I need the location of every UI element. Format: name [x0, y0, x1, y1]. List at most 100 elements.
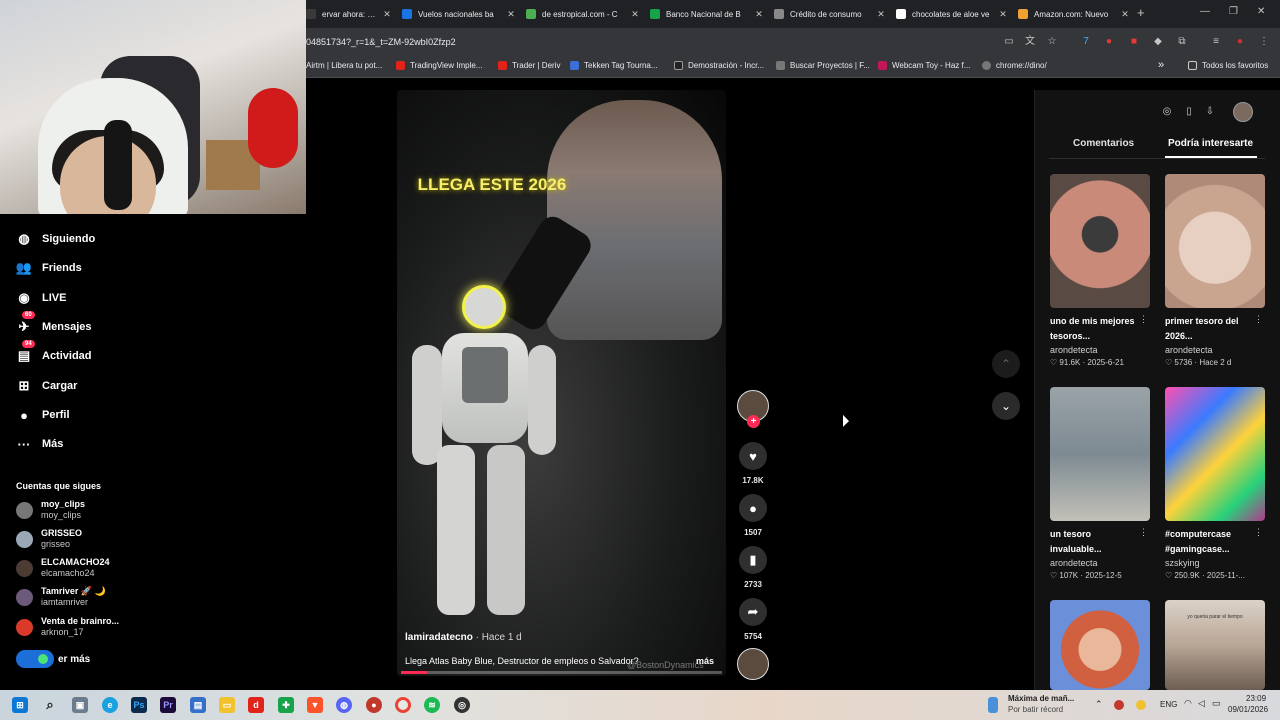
- tab-comments[interactable]: Comentarios: [1073, 138, 1134, 149]
- kebab-menu-icon[interactable]: ⋮: [1139, 314, 1148, 325]
- bookmark-star-icon[interactable]: ☆: [1046, 36, 1058, 48]
- suggested-video-card[interactable]: ⋮ un tesoro invaluable... arondetecta ♡ …: [1050, 387, 1150, 580]
- account-item[interactable]: Tamriver 🚀 🌙 iamtamriver: [16, 585, 106, 609]
- photoshop-icon[interactable]: Ps: [131, 697, 147, 713]
- close-icon[interactable]: ✕: [382, 9, 392, 20]
- bookmark[interactable]: chrome://dino/: [982, 61, 1047, 70]
- premiere-icon[interactable]: Pr: [160, 697, 176, 713]
- clock-time[interactable]: 23:09: [1246, 694, 1266, 703]
- video-author[interactable]: lamiradatecno · Hace 1 d: [405, 632, 522, 643]
- see-more-accounts-button[interactable]: er más: [16, 650, 90, 668]
- sidebar-item-upload[interactable]: ⊞ Cargar: [16, 376, 78, 396]
- windows-start-icon[interactable]: ⊞: [12, 697, 28, 713]
- next-video-button[interactable]: ⌄: [992, 392, 1020, 420]
- reading-list-icon[interactable]: ≡: [1210, 36, 1222, 48]
- discord-icon[interactable]: ◍: [336, 697, 352, 713]
- bookmarks-overflow-button[interactable]: »: [1158, 59, 1164, 71]
- share-button[interactable]: ➦: [739, 598, 767, 626]
- sidebar-item-more[interactable]: ··· Más: [16, 434, 64, 454]
- suggested-video-card[interactable]: [1050, 600, 1150, 690]
- bookmark[interactable]: Demostración - Incr...: [674, 61, 764, 70]
- chevron-up-icon[interactable]: ⌃: [1095, 699, 1103, 710]
- obs-icon[interactable]: ◎: [454, 697, 470, 713]
- follow-plus-icon[interactable]: +: [747, 415, 760, 428]
- bookmark[interactable]: Trader | Deriv: [498, 61, 560, 70]
- sidebar-item-profile[interactable]: ● Perfil: [16, 405, 69, 425]
- edge-icon[interactable]: e: [102, 697, 118, 713]
- battery-icon[interactable]: ▭: [1212, 698, 1221, 709]
- sidebar-item-friends[interactable]: 👥 Friends: [16, 258, 82, 278]
- account-item[interactable]: Venta de brainro... arknon_17: [16, 615, 119, 639]
- browser-tab[interactable]: Banco Nacional de B ✕: [644, 4, 764, 24]
- kebab-menu-icon[interactable]: ⋮: [1139, 527, 1148, 538]
- browser-tab[interactable]: Amazon.com: Nuevo ✕: [1012, 4, 1130, 24]
- bookmark[interactable]: Tekken Tag Tourna...: [570, 61, 658, 70]
- sidebar-item-following[interactable]: ◍ Siguiendo: [16, 229, 95, 249]
- cast-icon[interactable]: ▭: [1003, 36, 1015, 48]
- browser-tab[interactable]: ervar ahora: CB8 ...✕: [300, 4, 392, 24]
- browser-tab[interactable]: de estropical.com - C ✕: [520, 4, 640, 24]
- extension-icon[interactable]: ◆: [1152, 36, 1164, 48]
- compass-icon[interactable]: ◎: [1159, 104, 1175, 120]
- kebab-menu-icon[interactable]: ⋮: [1258, 36, 1270, 48]
- suggested-video-card[interactable]: yo queria parar el tiempo: [1165, 600, 1265, 690]
- profile-avatar-icon[interactable]: ●: [1234, 36, 1246, 48]
- new-tab-button[interactable]: +: [1137, 5, 1145, 20]
- browser-tab[interactable]: Vuelos nacionales ba ✕: [396, 4, 516, 24]
- bookmark[interactable]: Buscar Proyectos | F...: [776, 61, 870, 70]
- browser-tab[interactable]: Crédito de consumo ✕: [768, 4, 886, 24]
- brave-icon[interactable]: ▼: [307, 697, 323, 713]
- clock-date[interactable]: 09/01/2026: [1228, 705, 1268, 714]
- puzzle-icon[interactable]: ⧉: [1176, 36, 1188, 48]
- sidebar-item-live[interactable]: ◉ LIVE: [16, 288, 66, 308]
- sidebar-item-messages[interactable]: ✈ 60 Mensajes: [16, 311, 92, 337]
- bookmark[interactable]: Webcam Toy - Haz f...: [878, 61, 970, 70]
- notification-title[interactable]: Máxima de mañ...: [1008, 694, 1074, 703]
- deriv-icon[interactable]: d: [248, 697, 264, 713]
- close-icon[interactable]: ✕: [1120, 9, 1130, 20]
- tray-app-icon[interactable]: [1114, 700, 1124, 710]
- app-icon[interactable]: ●: [366, 697, 382, 713]
- video-progress-bar[interactable]: [401, 671, 722, 674]
- spotify-icon[interactable]: ≋: [424, 697, 440, 713]
- suggested-video-card[interactable]: ⋮ uno de mis mejores tesoros... arondete…: [1050, 174, 1150, 367]
- volume-icon[interactable]: ◁: [1198, 698, 1205, 709]
- close-icon[interactable]: ✕: [754, 9, 764, 20]
- download-icon[interactable]: ⇩: [1202, 104, 1218, 120]
- extension-icon[interactable]: ●: [1103, 36, 1115, 48]
- save-button[interactable]: ▮: [739, 546, 767, 574]
- chrome-icon[interactable]: [395, 697, 411, 713]
- suggested-video-card[interactable]: ⋮ #computercase #gamingcase... szskying …: [1165, 387, 1265, 580]
- comment-button[interactable]: ●: [739, 494, 767, 522]
- user-avatar[interactable]: [1233, 102, 1253, 122]
- minimize-icon[interactable]: —: [1200, 6, 1210, 17]
- phone-icon[interactable]: ▯: [1181, 104, 1197, 120]
- account-item[interactable]: GRISSEO grisseo: [16, 527, 82, 551]
- close-icon[interactable]: ✕: [506, 9, 516, 20]
- video-player[interactable]: LLEGA ESTE 2026 lamiradatecno · Hace 1 d…: [397, 90, 726, 676]
- tray-app-icon[interactable]: [1136, 700, 1146, 710]
- url-field[interactable]: 04851734?_r=1&_t=ZM-92wbI0Zfzp2: [306, 37, 456, 47]
- account-item[interactable]: ELCAMACHO24 elcamacho24: [16, 556, 110, 580]
- kebab-menu-icon[interactable]: ⋮: [1254, 527, 1263, 538]
- store-icon[interactable]: ▤: [190, 697, 206, 713]
- translate-icon[interactable]: 文: [1024, 36, 1036, 48]
- language-indicator[interactable]: ENG: [1160, 700, 1177, 709]
- close-icon[interactable]: ✕: [876, 9, 886, 20]
- sidebar-item-activity[interactable]: ▤ 94 Actividad: [16, 340, 92, 366]
- game-icon[interactable]: ✚: [278, 697, 294, 713]
- tab-suggested[interactable]: Podría interesarte: [1168, 138, 1253, 149]
- browser-tab[interactable]: chocolates de aloe ve ✕: [890, 4, 1008, 24]
- close-icon[interactable]: ✕: [998, 9, 1008, 20]
- bookmark[interactable]: Airtm | Libera tu pot...: [306, 61, 382, 70]
- suggested-video-card[interactable]: ⋮ primer tesoro del 2026... arondetecta …: [1165, 174, 1265, 367]
- extension-icon[interactable]: ■: [1128, 36, 1140, 48]
- close-window-icon[interactable]: ✕: [1257, 6, 1265, 17]
- account-item[interactable]: moy_clips moy_clips: [16, 498, 85, 522]
- bookmark[interactable]: TradingView Imple...: [396, 61, 482, 70]
- music-disc-avatar[interactable]: [737, 648, 769, 680]
- extension-icon[interactable]: 7: [1080, 36, 1092, 48]
- restore-icon[interactable]: ❐: [1229, 6, 1238, 17]
- task-view-icon[interactable]: ▣: [72, 697, 88, 713]
- search-icon[interactable]: ⌕: [42, 697, 58, 713]
